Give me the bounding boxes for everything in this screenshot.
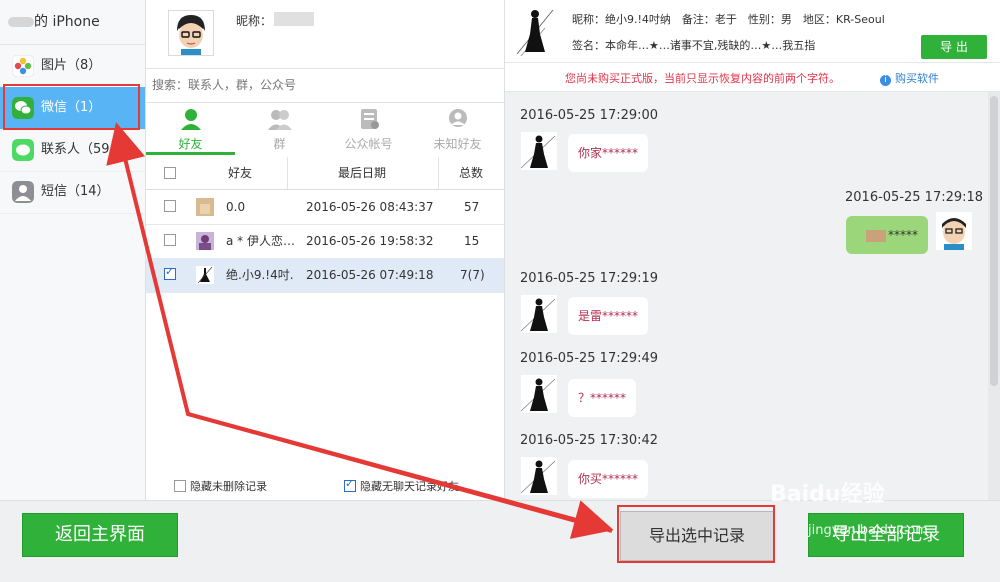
baidu-watermark: Baidu经验 [770, 482, 885, 507]
scrollbar-thumb[interactable] [990, 96, 998, 386]
group-icon [267, 110, 292, 130]
sidebar-item-sms[interactable]: 短信（14） [0, 171, 145, 214]
message-bubble: ？****** [568, 379, 637, 417]
tab-label: 好友 [178, 137, 203, 151]
message-count: 15 [464, 234, 480, 248]
sms-icon [12, 181, 34, 203]
photos-icon [12, 55, 34, 77]
message-timestamp: 2016-05-25 17:30:42 [520, 433, 659, 448]
contact-avatar [515, 4, 555, 56]
blurred-device-owner [8, 17, 34, 27]
my-avatar [936, 212, 972, 250]
contact-avatar [521, 132, 557, 170]
contact-avatar [521, 375, 557, 413]
hide-deleted-option[interactable]: 隐藏未删除记录 [174, 478, 267, 494]
tab-official-accounts[interactable]: 公众帐号 [324, 102, 413, 154]
message-bubble: 是雷****** [568, 297, 649, 335]
select-all-checkbox[interactable] [164, 167, 176, 179]
message-bubble: 你买****** [568, 460, 649, 498]
contacts-icon [12, 139, 34, 161]
annotation-box-wechat [3, 84, 140, 130]
table-row[interactable]: 绝.小9.!4吋. 2016-05-26 07:49:18 7(7) [146, 258, 504, 293]
friend-name: 绝.小9.!4吋. [226, 268, 294, 282]
row-checkbox[interactable] [164, 265, 176, 280]
column-header-total: 总数 [459, 166, 484, 180]
tab-label: 未知好友 [433, 137, 482, 151]
sidebar-item-photos[interactable]: 图片（8） [0, 45, 145, 88]
column-header-last-date: 最后日期 [338, 166, 387, 180]
baidu-watermark-url: jingyan.baidu.com [808, 523, 928, 538]
sidebar-item-label: 短信（14） [41, 184, 110, 199]
contact-signature: 签名：本命年…★…诸事不宜,残缺的…★…我五指 [572, 39, 816, 52]
contact-info-line: 昵称：绝小9.!4吋纳 备注：老于 性别：男 地区：KR-Seoul [572, 13, 885, 26]
sidebar-item-label: 图片（8） [41, 58, 102, 73]
friend-avatar [196, 266, 214, 284]
column-header-friend: 好友 [228, 166, 253, 180]
blurred-text [866, 229, 886, 242]
search-bar [146, 68, 504, 103]
message-timestamp: 2016-05-25 17:29:19 [520, 271, 659, 286]
account-avatar [168, 10, 214, 56]
message-timestamp: 2016-05-25 17:29:18 [845, 190, 984, 205]
row-checkbox[interactable] [164, 200, 176, 212]
tab-unknown-friends[interactable]: 未知好友 [413, 102, 502, 154]
trial-notice-text: 您尚未购买正式版，当前只显示恢复内容的前两个字符。 [565, 72, 840, 85]
row-checkbox[interactable] [164, 234, 176, 246]
table-row[interactable]: a * 伊人恋… 2016-05-26 19:58:32 15 [146, 224, 504, 259]
back-to-main-button[interactable]: 返回主界面 [22, 513, 178, 557]
message-count: 57 [464, 200, 480, 214]
message-count: 7(7) [460, 268, 485, 282]
table-header: 好友 最后日期 总数 [146, 157, 504, 190]
hide-no-chat-option[interactable]: 隐藏无聊天记录好友 [344, 477, 459, 494]
last-date: 2016-05-26 07:49:18 [306, 268, 434, 282]
sidebar-item-contacts[interactable]: 联系人（59 [0, 129, 145, 172]
info-icon: i [880, 75, 891, 86]
device-name: 的 iPhone [0, 0, 145, 45]
chat-message-area[interactable]: 2016-05-25 17:29:00 你家****** 2016-05-25 … [505, 92, 1000, 500]
sidebar: 的 iPhone 图片（8） 微信（1） 联系人（59 短信（14） [0, 0, 146, 500]
last-date: 2016-05-26 08:43:37 [306, 200, 434, 214]
tab-label: 公众帐号 [344, 137, 393, 151]
buy-software-link[interactable]: i 购买软件 [880, 70, 939, 86]
unknown-friend-icon [448, 109, 467, 127]
friend-icon [180, 109, 201, 130]
annotation-box-export-selected [617, 505, 775, 563]
tab-groups[interactable]: 群 [235, 102, 324, 154]
chat-scrollbar[interactable] [988, 92, 1000, 500]
active-tab-indicator [146, 152, 235, 155]
contact-avatar [521, 457, 557, 495]
friend-name: 0.0 [226, 200, 246, 214]
message-bubble: 你家****** [568, 134, 649, 172]
friend-name: a * 伊人恋… [226, 234, 295, 248]
table-row[interactable]: 0.0 2016-05-26 08:43:37 57 [146, 190, 504, 225]
friend-list-panel: 昵称： 好友 群 公众帐号 未知好友 好友 最后日期 总数 0.0 2016-0… [146, 0, 505, 500]
hide-no-chat-checkbox[interactable] [344, 477, 356, 492]
export-chat-button[interactable]: 导 出 [921, 35, 987, 59]
message-timestamp: 2016-05-25 17:29:49 [520, 351, 659, 366]
official-account-icon [360, 109, 379, 129]
contact-avatar [521, 295, 557, 333]
my-message-bubble: ***** [846, 216, 928, 254]
nickname-label: 昵称： [236, 14, 273, 28]
sidebar-item-label: 联系人（59 [41, 142, 110, 157]
hide-deleted-checkbox[interactable] [174, 480, 186, 492]
tab-label: 群 [273, 137, 286, 151]
last-date: 2016-05-26 19:58:32 [306, 234, 434, 248]
friend-avatar [196, 198, 214, 216]
message-timestamp: 2016-05-25 17:29:00 [520, 108, 659, 123]
search-input[interactable] [150, 69, 494, 101]
blurred-nickname [274, 12, 314, 26]
tab-friends[interactable]: 好友 [146, 102, 235, 154]
friend-avatar [196, 232, 214, 250]
